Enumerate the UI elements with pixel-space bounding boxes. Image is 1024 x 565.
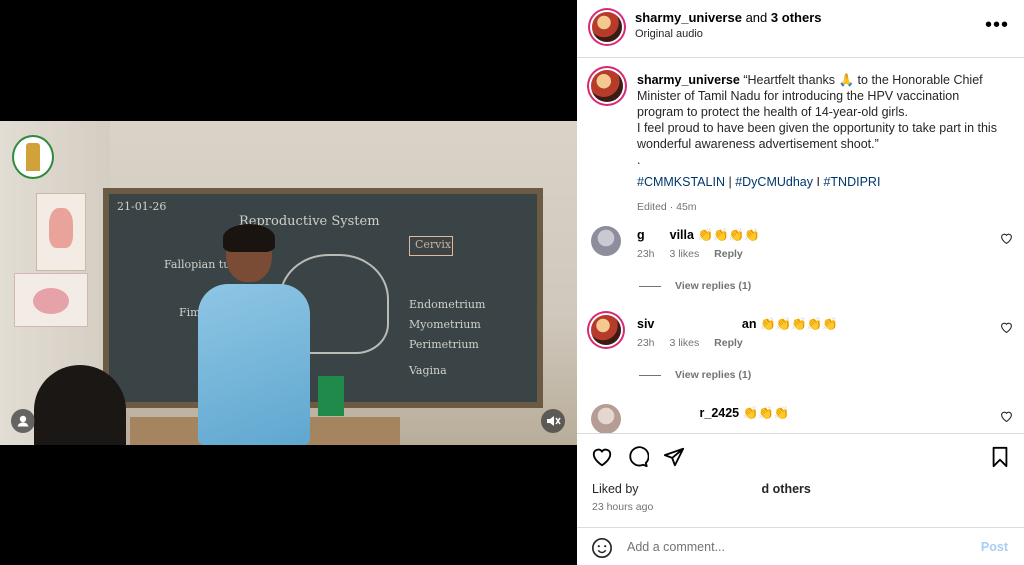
- post-actions: [577, 433, 1024, 478]
- post-side-panel: sharmy_universe and 3 others Original au…: [577, 0, 1024, 565]
- comments-section[interactable]: sharmy_universe “Heartfelt thanks 🙏 to t…: [577, 58, 1024, 433]
- audio-link[interactable]: Original audio: [635, 28, 703, 40]
- like-comment-heart-icon[interactable]: [1000, 410, 1013, 425]
- comment-meta: 23h 3 likes Reply: [637, 337, 755, 349]
- comment-time[interactable]: 23h: [637, 337, 655, 349]
- author-line: sharmy_universe and 3 others: [635, 10, 821, 25]
- reply-button[interactable]: Reply: [714, 248, 743, 260]
- caption-line: I feel proud to have been given the oppo…: [637, 121, 997, 151]
- separator: |: [728, 175, 732, 189]
- caption-meta: Edited · 45m: [637, 201, 697, 213]
- share-icon[interactable]: [663, 446, 685, 468]
- caption-username[interactable]: sharmy_universe: [637, 73, 740, 87]
- caption-dot: .: [637, 153, 641, 167]
- media-area: 21-01-26 Reproductive System Fallopian t…: [0, 0, 577, 565]
- hair: [223, 224, 275, 252]
- board-label: Vagina: [409, 364, 447, 377]
- saree: [198, 284, 310, 445]
- video-player[interactable]: 21-01-26 Reproductive System Fallopian t…: [0, 121, 577, 445]
- post-comment-button[interactable]: Post: [981, 540, 1008, 554]
- mute-icon[interactable]: [541, 409, 565, 433]
- separator: I: [816, 175, 820, 189]
- reply-button[interactable]: Reply: [714, 337, 743, 349]
- hashtag-link[interactable]: #DyCMUdhay: [735, 175, 813, 189]
- author-username[interactable]: sharmy_universe: [635, 10, 742, 25]
- comment-input[interactable]: [627, 537, 947, 557]
- post-header: sharmy_universe and 3 others Original au…: [577, 0, 1024, 58]
- author-avatar[interactable]: [592, 12, 622, 42]
- teacher-figure: [190, 224, 320, 445]
- comment-meta: 23h 3 likes Reply: [637, 248, 755, 260]
- green-book: [318, 376, 344, 416]
- chalkboard: 21-01-26 Reproductive System Fallopian t…: [103, 188, 543, 408]
- view-replies-button[interactable]: View replies (1): [639, 280, 751, 292]
- commenter-username[interactable]: g villa 👏👏👏👏: [637, 228, 760, 243]
- comment-icon[interactable]: [627, 446, 650, 468]
- emoji-icon[interactable]: [591, 537, 613, 559]
- commenter-avatar[interactable]: [591, 404, 621, 433]
- caption-avatar[interactable]: [591, 70, 623, 102]
- post-time[interactable]: 23 hours ago: [592, 501, 653, 513]
- commenter-username[interactable]: r_2425 👏👏👏: [637, 406, 790, 421]
- liked-by[interactable]: Liked by d others: [592, 482, 811, 496]
- comment-text: 👏👏👏👏: [697, 228, 760, 242]
- anatomy-poster: [14, 273, 88, 327]
- and-text: and: [745, 10, 768, 25]
- collaborators-link[interactable]: 3 others: [771, 10, 822, 25]
- board-label: Perimetrium: [409, 338, 479, 351]
- like-comment-heart-icon[interactable]: [1000, 321, 1013, 336]
- comment-time[interactable]: 23h: [637, 248, 655, 260]
- post-viewer: 21-01-26 Reproductive System Fallopian t…: [0, 0, 1024, 565]
- student-silhouette: [34, 365, 126, 445]
- liked-by-prefix: Liked by: [592, 482, 639, 496]
- tagged-users-icon[interactable]: [11, 409, 35, 433]
- tn-government-emblem: [12, 135, 54, 179]
- board-label: Endometrium: [409, 298, 486, 311]
- anatomy-poster: [36, 193, 86, 271]
- add-comment-bar: Post: [577, 527, 1024, 565]
- view-replies-button[interactable]: View replies (1): [639, 369, 751, 381]
- like-heart-icon[interactable]: [591, 446, 613, 468]
- like-comment-heart-icon[interactable]: [1000, 232, 1013, 247]
- board-label: Myometrium: [409, 318, 481, 331]
- board-date: 21-01-26: [117, 200, 167, 213]
- commenter-username[interactable]: siv an 👏👏👏👏👏: [637, 317, 838, 332]
- comment-likes[interactable]: 3 likes: [669, 248, 699, 260]
- caption-text: sharmy_universe “Heartfelt thanks 🙏 to t…: [637, 72, 997, 215]
- hashtags: #CMMKSTALIN | #DyCMUdhay I #TNDIPRI: [637, 174, 997, 190]
- liked-by-suffix[interactable]: d others: [762, 482, 811, 496]
- comment-text: 👏👏👏: [742, 406, 790, 420]
- save-bookmark-icon[interactable]: [989, 446, 1011, 468]
- diagram-box: [409, 236, 453, 256]
- commenter-avatar[interactable]: [591, 226, 621, 256]
- commenter-avatar[interactable]: [591, 315, 621, 345]
- hashtag-link[interactable]: #CMMKSTALIN: [637, 175, 725, 189]
- comment-text: 👏👏👏👏👏: [759, 317, 838, 331]
- more-options-icon[interactable]: •••: [985, 14, 1009, 37]
- comment-likes[interactable]: 3 likes: [669, 337, 699, 349]
- hashtag-link[interactable]: #TNDIPRI: [823, 175, 880, 189]
